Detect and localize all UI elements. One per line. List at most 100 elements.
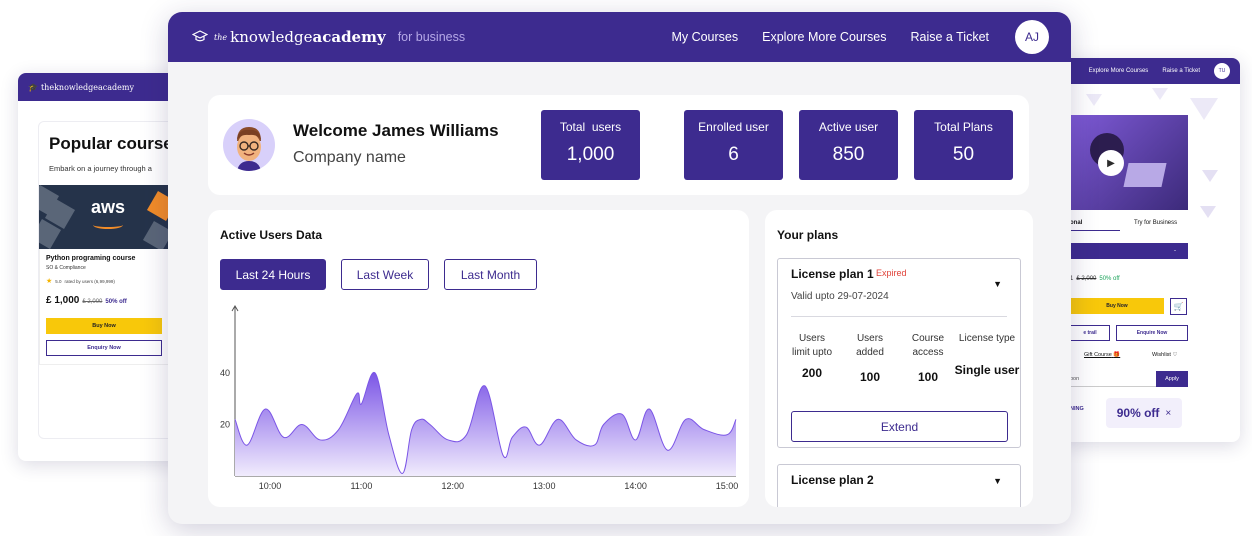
brand-logo[interactable]: the knowledge academy for business <box>192 28 465 46</box>
decor-triangle <box>1200 206 1216 218</box>
your-plans-panel: Your plans License plan 1 Expired ▼ Vali… <box>765 210 1033 507</box>
range-last-24-hours-button[interactable]: Last 24 Hours <box>220 259 326 290</box>
plan-col-users-added: Users added 100 <box>850 332 890 384</box>
active-users-title: Active Users Data <box>220 228 323 242</box>
plan-col-license-type: License type Single user <box>954 332 1020 377</box>
heart-icon: ♡ <box>1172 352 1178 358</box>
course-video[interactable]: ▶ <box>1070 115 1188 210</box>
course-details: Python programing course SO & Compliance… <box>39 249 169 365</box>
stat-label: Enrolled user <box>698 120 769 134</box>
top-navbar: the knowledge academy for business My Co… <box>168 12 1071 62</box>
brand-academy: academy <box>312 28 386 46</box>
buy-now-button[interactable]: Buy Now <box>1070 298 1164 314</box>
coupon-input[interactable]: pon <box>1070 372 1156 387</box>
nav-my-courses[interactable]: My Courses <box>671 30 738 44</box>
x-tick-label: 13:00 <box>533 481 556 491</box>
apply-coupon-button[interactable]: Apply <box>1156 371 1188 387</box>
course-name[interactable]: Python programing course <box>46 255 162 262</box>
rating-value: 5.0 <box>55 278 62 284</box>
course-option-select[interactable]: - <box>1070 243 1188 259</box>
plan-col-course-access: Course access 100 <box>906 332 950 384</box>
graduation-cap-icon <box>192 30 208 42</box>
memoji-icon <box>237 127 261 171</box>
decor-triangle <box>1086 94 1102 106</box>
course-tabs: onal Try for Business <box>1070 220 1188 231</box>
active-users-panel: Active Users Data Last 24 Hours Last Wee… <box>208 210 749 507</box>
caret-down-icon[interactable]: ▼ <box>993 476 1002 486</box>
caret-down-icon[interactable]: ▼ <box>993 279 1002 289</box>
x-tick-label: 14:00 <box>624 481 647 491</box>
plan-col-label: Users added <box>856 333 884 358</box>
nav-raise-ticket[interactable]: Raise a Ticket <box>1162 68 1200 74</box>
discount-badge: 90% off × <box>1106 398 1182 428</box>
active-users-chart[interactable]: 20 40 10:00 11:00 12:00 13:00 14:00 15:00 <box>208 300 749 500</box>
stat-label: Total users <box>559 120 622 134</box>
gift-course-link[interactable]: Gift Course 🎁 <box>1084 352 1120 358</box>
course-price: 1 £ 2,000 50% off <box>1070 276 1120 282</box>
close-icon[interactable]: × <box>1165 408 1171 419</box>
right-header: Explore More Courses Raise a Ticket TU <box>1060 58 1240 84</box>
gift-icon: 🎁 <box>1113 352 1121 358</box>
star-icon: ★ <box>46 278 53 285</box>
decor-triangle <box>1190 98 1218 120</box>
price-discount: 50% off <box>105 299 127 305</box>
rating-text: rated by users (6,99,999) <box>64 278 115 284</box>
user-avatar[interactable] <box>223 119 275 171</box>
tab-try-for-business[interactable]: Try for Business <box>1120 220 1177 231</box>
brand-logo-text: theknowledgeacademy <box>40 82 134 92</box>
price-discount: 50% off <box>1099 276 1120 282</box>
range-last-month-button[interactable]: Last Month <box>444 259 537 290</box>
aws-smile-icon <box>93 221 123 229</box>
hexagon-shape <box>142 220 169 249</box>
plan-col-value: 200 <box>801 366 823 380</box>
range-last-week-button[interactable]: Last Week <box>341 259 429 290</box>
stat-total-users: Total users 1,000 <box>541 110 640 180</box>
enquiry-now-button[interactable]: Enquiry Now <box>46 340 162 356</box>
play-icon[interactable]: ▶ <box>1098 150 1124 176</box>
plan-col-label: Users limit upto <box>792 333 833 358</box>
plan-name: License plan 2 <box>791 473 874 487</box>
price-old: £ 2,000 <box>82 299 103 305</box>
plan-status-badge: Expired <box>876 268 907 278</box>
stat-value: 850 <box>832 144 865 165</box>
stage: 🎓 theknowledgeacademy Popular course Emb… <box>0 0 1252 536</box>
brand-knowledge: knowledge <box>230 28 313 46</box>
your-plans-title: Your plans <box>777 228 839 242</box>
avatar[interactable]: AJ <box>1015 20 1049 54</box>
stat-total-plans: Total Plans 50 <box>914 110 1013 180</box>
brand-logo-small[interactable]: 🎓 theknowledgeacademy <box>28 83 134 92</box>
chevron-down-icon: - <box>1174 248 1176 254</box>
company-name: Company name <box>293 149 406 166</box>
course-rating: ★ 5.0 rated by users (6,99,999) <box>46 277 162 285</box>
course-thumbnail[interactable]: aws <box>39 185 169 249</box>
nav-explore-more-courses[interactable]: Explore More Courses <box>1089 68 1149 74</box>
tab-individual[interactable]: onal <box>1070 220 1120 231</box>
series-area <box>235 372 736 476</box>
free-trial-button[interactable]: e trail <box>1070 325 1110 341</box>
offer-ending-label: NING <box>1070 406 1084 412</box>
wishlist-link[interactable]: Wishlist ♡ <box>1152 352 1177 358</box>
plan-col-label: Course access <box>911 333 945 358</box>
plan-col-value: 100 <box>917 370 939 384</box>
welcome-greeting: Welcome James Williams <box>293 121 499 140</box>
plan-col-label: License type <box>958 333 1016 344</box>
plan-name: License plan 1 <box>791 267 874 281</box>
buy-now-button[interactable]: Buy Now <box>46 318 162 334</box>
avatar[interactable]: TU <box>1214 63 1230 79</box>
nav-explore-more-courses[interactable]: Explore More Courses <box>762 30 886 44</box>
extend-button[interactable]: Extend <box>791 411 1008 442</box>
x-tick-label: 12:00 <box>442 481 465 491</box>
license-plan-2[interactable]: License plan 2 ▼ <box>777 464 1021 507</box>
price-current: £ 1,000 <box>46 295 80 306</box>
cart-icon[interactable]: 🛒 <box>1170 298 1187 315</box>
plan-validity: Valid upto 29-07-2024 <box>791 291 889 302</box>
course-detail-card: Explore More Courses Raise a Ticket TU ▶… <box>1060 58 1240 442</box>
plan-col-users-limit: Users limit upto 200 <box>792 332 832 380</box>
decor-triangle <box>1202 170 1218 182</box>
hexagon-shape <box>146 190 169 222</box>
brand-suffix: for business <box>397 30 466 44</box>
nav-raise-ticket[interactable]: Raise a Ticket <box>910 30 989 44</box>
y-tick-label: 40 <box>220 368 230 378</box>
stat-active-user: Active user 850 <box>799 110 898 180</box>
enquire-now-button[interactable]: Enquire Now <box>1116 325 1188 341</box>
